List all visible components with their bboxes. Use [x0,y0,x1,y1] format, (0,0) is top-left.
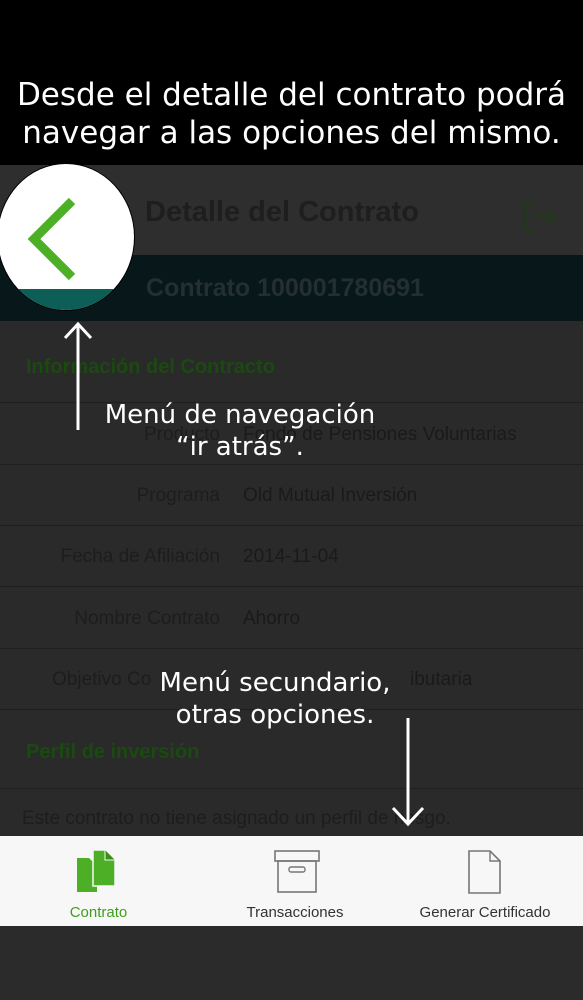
annotation-secondary: Menú secundario, otras opciones. [125,667,425,731]
annotation-back-line-1: Menú de navegación [104,400,376,430]
arrow-down-icon [391,718,425,827]
annotation-secondary-line-1: Menú secundario, [159,668,391,698]
annotation-secondary-line-2: otras opciones. [175,700,375,730]
back-button[interactable] [0,163,135,311]
perfil-message: Este contrato no tiene asignado un perfi… [22,808,451,829]
row-label-fecha: Fecha de Afiliación [60,546,221,567]
divider [0,788,583,789]
divider [0,464,583,465]
tab-label-transacciones: Transacciones [246,904,344,921]
bottom-area [0,926,583,1000]
tab-label-generar-certificado: Generar Certificado [419,904,551,921]
tutorial-banner-text: Desde el detalle del contrato podrá nave… [0,76,583,152]
row-value-nombre: Ahorro [243,608,301,629]
row-label-nombre: Nombre Contrato [74,608,220,629]
row-value-programa: Old Mutual Inversión [243,485,418,506]
row-value-fecha: 2014-11-04 [243,546,339,567]
annotation-back: Menú de navegación “ir atrás”. [90,399,390,463]
documents-icon [77,849,116,892]
tab-generar-certificado[interactable]: Generar Certificado [405,836,565,926]
divider [0,525,583,526]
tab-transacciones[interactable]: Transacciones [210,836,380,926]
annotation-back-line-2: “ir atrás”. [176,432,304,462]
logout-icon[interactable] [520,198,558,234]
row-label-programa: Programa [136,485,220,506]
divider [0,586,583,587]
page-title: Detalle del Contrato [145,196,419,228]
section-title-perfil: Perfil de inversión [26,741,200,763]
back-button-band [0,289,134,310]
archive-box-icon [274,850,320,893]
document-icon [468,850,501,894]
tab-label-contrato: Contrato [69,904,128,921]
banner-line-2: navegar a las opciones del mismo. [22,115,561,151]
chevron-left-icon [27,197,76,281]
divider [0,648,583,649]
tab-contrato[interactable]: Contrato [20,836,177,926]
banner-line-1: Desde el detalle del contrato podrá [16,77,567,113]
contract-number: Contrato 100001780691 [146,274,424,302]
